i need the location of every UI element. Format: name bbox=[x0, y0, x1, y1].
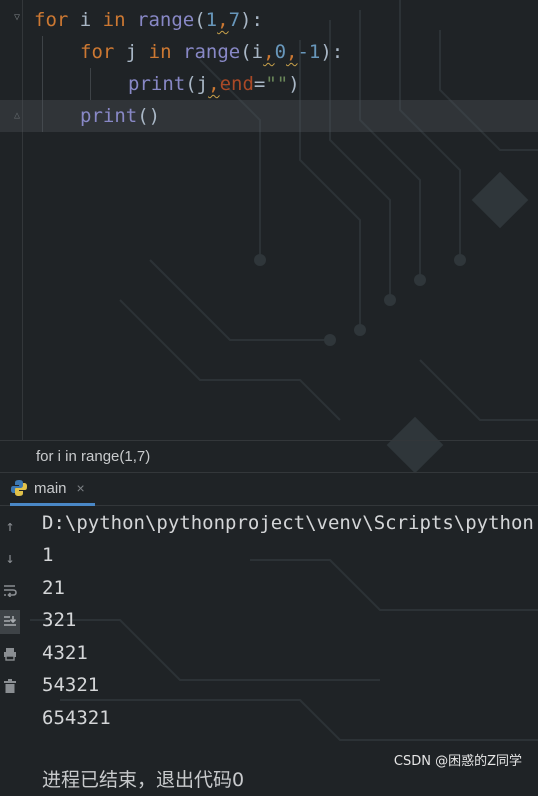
builtin-range: range bbox=[137, 9, 195, 31]
loop-variable: j bbox=[114, 41, 149, 63]
builtin-range: range bbox=[183, 41, 241, 63]
variable-ref: j bbox=[196, 73, 209, 95]
builtin-print: print bbox=[80, 105, 138, 127]
equals-sign: = bbox=[253, 73, 266, 95]
number-literal: -1 bbox=[297, 41, 321, 63]
keyword-in: in bbox=[102, 9, 126, 31]
run-tab-label: main bbox=[34, 479, 67, 497]
keyword-for: for bbox=[80, 41, 115, 63]
paren: ( bbox=[240, 41, 252, 63]
comma-warning: , bbox=[208, 73, 220, 95]
soft-wrap-icon[interactable] bbox=[0, 578, 20, 602]
python-icon bbox=[11, 480, 27, 496]
keyword-argument: end bbox=[219, 73, 254, 95]
number-literal: 0 bbox=[274, 41, 287, 63]
paren: ) bbox=[288, 73, 300, 95]
console-output-line: 21 bbox=[42, 577, 65, 599]
breadcrumb[interactable]: for i in range(1,7) bbox=[0, 440, 538, 472]
console-output-line: 321 bbox=[42, 609, 77, 631]
console-output-line: 654321 bbox=[42, 707, 111, 729]
paren: ( bbox=[194, 9, 206, 31]
comma-warning: , bbox=[286, 41, 298, 63]
paren: ): bbox=[320, 41, 344, 63]
run-tab-main[interactable]: main × bbox=[10, 473, 95, 506]
console-output-line: 4321 bbox=[42, 642, 88, 664]
keyword-for: for bbox=[34, 9, 69, 31]
up-arrow-icon[interactable]: ↑ bbox=[0, 514, 20, 538]
csdn-watermark: CSDN @困惑的Z同学 bbox=[393, 754, 522, 769]
string-literal: "" bbox=[265, 73, 289, 95]
trash-icon[interactable] bbox=[0, 674, 20, 698]
code-editor[interactable]: ▽ △ for i in range(1,7): for j in range(… bbox=[0, 0, 538, 440]
loop-variable: i bbox=[68, 9, 103, 31]
scroll-to-end-icon[interactable] bbox=[0, 610, 20, 634]
paren: ( bbox=[185, 73, 197, 95]
code-line-1[interactable]: for i in range(1,7): bbox=[0, 4, 538, 36]
comma-warning: , bbox=[263, 41, 275, 63]
paren: () bbox=[137, 105, 161, 127]
code-line-3[interactable]: print(j,end="") bbox=[0, 68, 538, 100]
variable-ref: i bbox=[251, 41, 264, 63]
comma-warning: , bbox=[217, 9, 229, 31]
console-output-line: 1 bbox=[42, 544, 54, 566]
run-tab-bar: main × bbox=[0, 472, 538, 506]
keyword-in: in bbox=[148, 41, 172, 63]
builtin-print: print bbox=[128, 73, 186, 95]
breadcrumb-item[interactable]: for i in range(1,7) bbox=[36, 448, 150, 465]
close-icon[interactable]: × bbox=[77, 480, 85, 496]
console-command-line: D:\python\pythonproject\venv\Scripts\pyt… bbox=[42, 512, 534, 534]
code-line-2[interactable]: for j in range(i,0,-1): bbox=[0, 36, 538, 68]
down-arrow-icon[interactable]: ↓ bbox=[0, 546, 20, 570]
code-line-4[interactable]: print() bbox=[0, 100, 538, 132]
number-literal: 1 bbox=[205, 9, 218, 31]
print-icon[interactable] bbox=[0, 642, 20, 666]
number-literal: 7 bbox=[228, 9, 241, 31]
console-exit-message: 进程已结束，退出代码0 bbox=[42, 769, 245, 791]
console-toolbar: ↑ ↓ bbox=[0, 506, 20, 779]
paren: ): bbox=[240, 9, 263, 31]
console-output-line: 54321 bbox=[42, 674, 100, 696]
